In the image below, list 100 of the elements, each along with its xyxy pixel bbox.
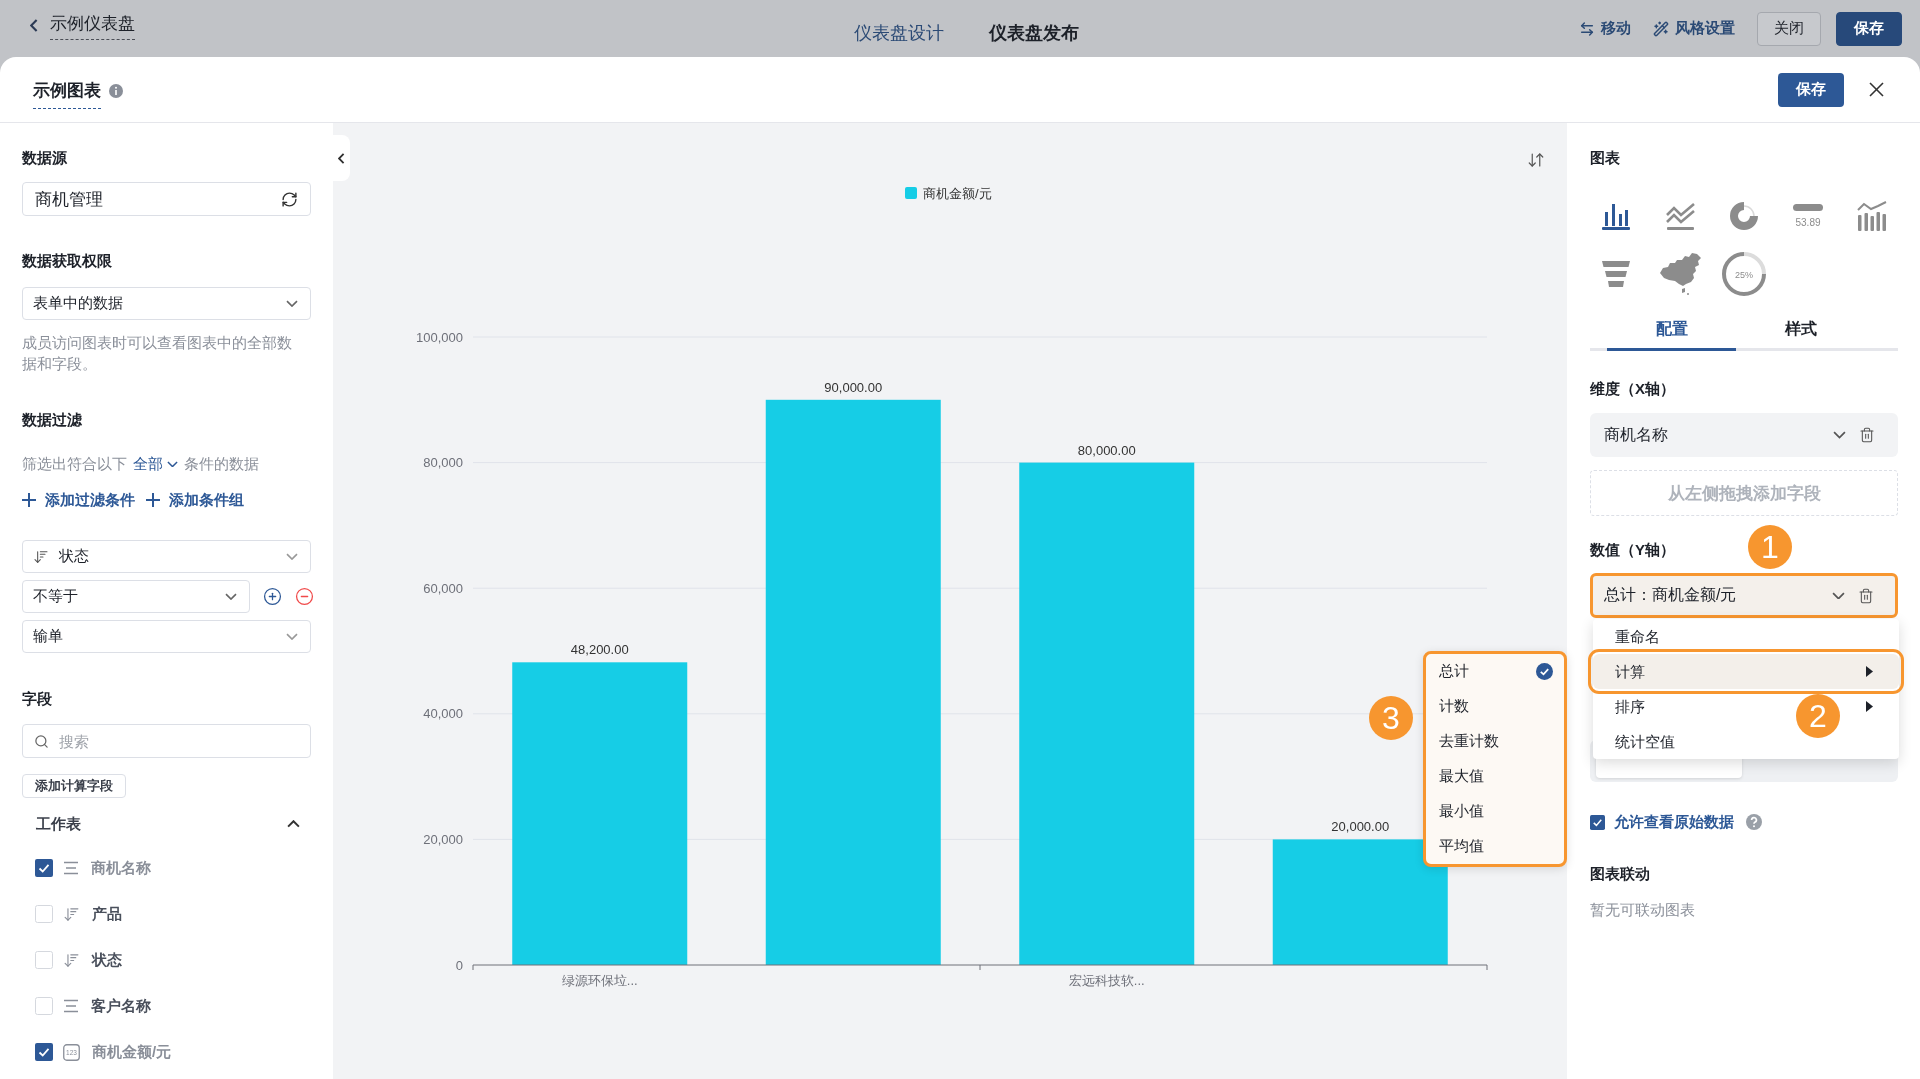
chevron-down-icon (1833, 431, 1846, 439)
menu-item[interactable]: 计数 (1426, 689, 1564, 724)
value-label: 80,000.00 (1077, 442, 1136, 458)
menu-item[interactable]: 最小值 (1426, 794, 1564, 829)
chevron-down-icon (286, 299, 298, 308)
add-link[interactable]: 添加过滤条件 (22, 490, 135, 510)
field-select[interactable]: 状态 (22, 540, 311, 573)
arrows-up-down-icon[interactable] (1527, 151, 1545, 169)
dimension-field[interactable]: 商机名称 (1590, 413, 1898, 457)
dialog-title: 示例图表 (33, 78, 101, 109)
menu-item[interactable]: 最大值 (1426, 759, 1564, 794)
y-axis-label: 40,000 (423, 706, 463, 722)
collapse-button[interactable] (333, 135, 350, 181)
refresh-icon[interactable] (281, 190, 298, 208)
back-link[interactable]: 示例仪表盘 (30, 11, 135, 40)
empty-state-text: 暂无可联动图表 (1590, 900, 1695, 920)
section-heading: 图表联动 (1590, 864, 1650, 884)
toolbar-action[interactable]: 风格设置 (1653, 19, 1735, 38)
checkbox[interactable] (1590, 814, 1605, 830)
section-heading: 数据过滤 (22, 410, 82, 430)
menu-item[interactable]: 平均值 (1426, 829, 1564, 864)
field-label: 状态 (92, 950, 122, 970)
funnel-chart-icon[interactable] (1602, 261, 1630, 287)
section-heading: 维度（X轴） (1590, 379, 1675, 399)
top-tab[interactable]: 仪表盘设计 (853, 20, 944, 45)
bar-chart-icon[interactable] (1602, 202, 1630, 230)
menu-item[interactable]: 重命名 (1615, 626, 1660, 647)
toolbar-action[interactable]: 移动 (1579, 19, 1631, 38)
field-label: 商机名称 (91, 858, 151, 878)
value-label: 48,200.00 (570, 642, 629, 658)
group-header[interactable]: 工作表 (22, 809, 311, 839)
chevron-down-icon (286, 632, 298, 641)
arrows-left-right-icon (1579, 20, 1595, 37)
checkbox[interactable] (35, 951, 53, 969)
permission-select[interactable]: 表单中的数据 (22, 287, 311, 320)
checkbox[interactable] (35, 997, 53, 1015)
x-axis-label: 绿源环保垃... (561, 972, 638, 988)
field-label: 客户名称 (91, 996, 151, 1016)
add-circle-icon[interactable] (263, 587, 282, 606)
save-button[interactable]: 保存 (1836, 11, 1902, 46)
measure-field[interactable]: 总计：商机金额/元 (1590, 573, 1898, 618)
map-icon[interactable] (1658, 252, 1702, 296)
trash-icon[interactable] (1858, 587, 1874, 604)
field-label: 产品 (92, 904, 122, 924)
add-link[interactable]: 添加条件组 (146, 490, 244, 510)
operator-select[interactable]: 不等于 (22, 580, 250, 613)
chevron-left-icon (338, 152, 345, 164)
remove-circle-icon[interactable] (295, 587, 314, 606)
panel-tab[interactable]: 配置 (1607, 311, 1736, 351)
menu-item[interactable]: 统计空值 (1615, 731, 1675, 752)
chevron-left-icon (30, 19, 38, 32)
menu-item[interactable]: 总计 (1426, 654, 1564, 689)
sort-icon (33, 548, 49, 565)
value-label: 90,000.00 (824, 379, 883, 395)
menu-item[interactable]: 计算 (1615, 661, 1645, 682)
line-chart-icon[interactable] (1665, 202, 1695, 230)
legend-label: 商机金额/元 (923, 185, 992, 201)
trash-icon[interactable] (1859, 427, 1875, 443)
section-heading: 字段 (22, 689, 52, 709)
menu-item[interactable]: 排序 (1615, 696, 1645, 717)
plus-icon (146, 493, 160, 507)
checkbox[interactable] (35, 859, 53, 877)
section-heading: 数据获取权限 (22, 251, 112, 271)
top-tab[interactable]: 仪表盘发布 (988, 20, 1079, 45)
sort-icon (63, 905, 80, 923)
value-select[interactable]: 输单 (22, 620, 311, 653)
donut-chart-icon[interactable] (1730, 202, 1758, 230)
checkbox-label: 允许查看原始数据 (1614, 812, 1734, 832)
y-axis-label: 100,000 (416, 329, 463, 345)
y-axis-label: 60,000 (423, 580, 463, 596)
value-label: 20,000.00 (1331, 819, 1390, 835)
checkbox[interactable] (35, 905, 53, 923)
add-calculated-field-button[interactable]: 添加计算字段 (22, 774, 126, 798)
chevron-down-icon (286, 552, 298, 561)
panel-tab[interactable]: 样式 (1736, 311, 1865, 351)
chevron-down-icon (167, 460, 178, 468)
y-axis-label: 0 (455, 957, 463, 973)
x-axis-label: 宏远科技软... (1068, 972, 1145, 988)
close-button[interactable] (1869, 82, 1884, 97)
combo-chart-icon[interactable] (1857, 201, 1887, 231)
match-dropdown-link[interactable]: 全部 (133, 454, 178, 474)
search-field[interactable]: 搜索 (22, 724, 311, 758)
data-source-field[interactable]: 商机管理 (22, 182, 311, 216)
chevron-down-icon (1832, 591, 1845, 600)
help-icon[interactable] (1746, 814, 1762, 830)
close-icon (1869, 82, 1884, 97)
hint-text: 成员访问图表时可以查看图表中的全部数据和字段。 (22, 333, 293, 374)
magic-wand-icon (1653, 20, 1669, 37)
section-heading: 图表 (1590, 148, 1620, 168)
checkbox[interactable] (35, 1043, 53, 1061)
save-button[interactable]: 保存 (1778, 72, 1844, 107)
menu-item[interactable]: 去重计数 (1426, 724, 1564, 759)
section-heading: 数值（Y轴） (1590, 540, 1675, 560)
section-heading: 数据源 (22, 148, 67, 168)
chevron-down-icon (225, 592, 237, 601)
legend-swatch-icon (905, 187, 917, 199)
field-label: 商机金额/元 (92, 1042, 172, 1062)
close-button[interactable]: 关闭 (1757, 11, 1821, 46)
sort-icon (63, 951, 80, 969)
plus-icon (22, 493, 36, 507)
